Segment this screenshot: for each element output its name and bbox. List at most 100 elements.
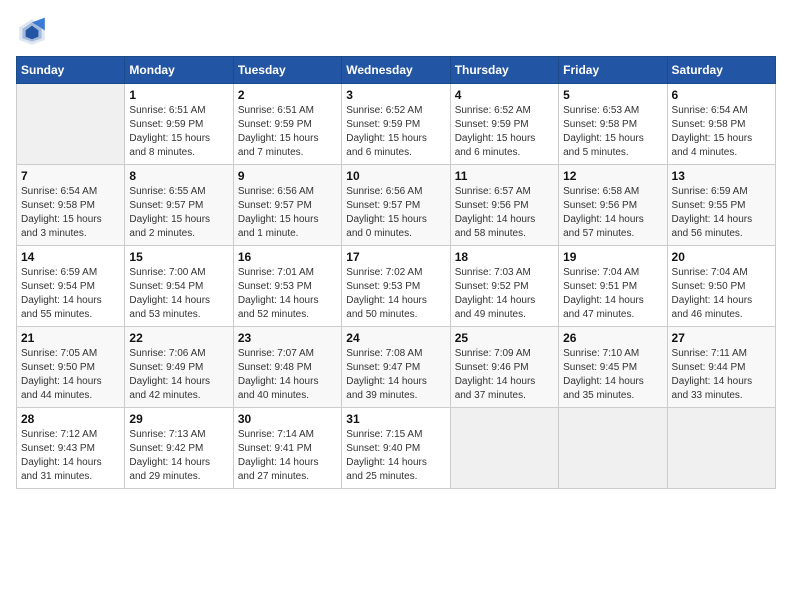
calendar-week-1: 1 Sunrise: 6:51 AMSunset: 9:59 PMDaylight… (17, 84, 776, 165)
calendar-cell: 19 Sunrise: 7:04 AMSunset: 9:51 PMDayligh… (559, 246, 667, 327)
day-info: Sunrise: 6:56 AMSunset: 9:57 PMDaylight:… (346, 185, 445, 241)
day-info: Sunrise: 7:09 AMSunset: 9:46 PMDaylight:… (455, 347, 554, 403)
day-info: Sunrise: 6:58 AMSunset: 9:56 PMDaylight:… (563, 185, 662, 241)
day-info: Sunrise: 6:56 AMSunset: 9:57 PMDaylight:… (238, 185, 337, 241)
header (16, 16, 776, 48)
calendar-cell: 4 Sunrise: 6:52 AMSunset: 9:59 PMDaylight… (450, 84, 558, 165)
day-number: 1 (129, 88, 228, 102)
calendar-cell: 15Sunrise: 7:00 AMSunset: 9:54 PMDayligh… (125, 246, 233, 327)
day-number: 31 (346, 412, 445, 426)
day-info: Sunrise: 7:02 AMSunset: 9:53 PMDaylight:… (346, 266, 445, 322)
day-number: 2 (238, 88, 337, 102)
day-info: Sunrise: 6:51 AMSunset: 9:59 PMDaylight:… (129, 104, 228, 160)
day-info: Sunrise: 7:15 AMSunset: 9:40 PMDaylight:… (346, 428, 445, 484)
calendar-cell: 17 Sunrise: 7:02 AMSunset: 9:53 PMDayligh… (342, 246, 450, 327)
day-number: 19 (563, 250, 662, 264)
day-info: Sunrise: 7:01 AMSunset: 9:53 PMDaylight:… (238, 266, 337, 322)
day-info: Sunrise: 7:10 AMSunset: 9:45 PMDaylight:… (563, 347, 662, 403)
day-info: Sunrise: 7:03 AMSunset: 9:52 PMDaylight:… (455, 266, 554, 322)
calendar-cell: 28 Sunrise: 7:12 AMSunset: 9:43 PMDayligh… (17, 408, 125, 489)
day-info: Sunrise: 6:54 AMSunset: 9:58 PMDaylight:… (672, 104, 771, 160)
day-number: 26 (563, 331, 662, 345)
calendar-week-2: 7 Sunrise: 6:54 AMSunset: 9:58 PMDaylight… (17, 165, 776, 246)
calendar-cell: 26 Sunrise: 7:10 AMSunset: 9:45 PMDayligh… (559, 327, 667, 408)
calendar-cell: 12 Sunrise: 6:58 AMSunset: 9:56 PMDayligh… (559, 165, 667, 246)
day-number: 25 (455, 331, 554, 345)
day-number: 4 (455, 88, 554, 102)
day-info: Sunrise: 7:07 AMSunset: 9:48 PMDaylight:… (238, 347, 337, 403)
day-info: Sunrise: 6:54 AMSunset: 9:58 PMDaylight:… (21, 185, 120, 241)
day-header-wednesday: Wednesday (342, 57, 450, 84)
calendar-cell: 6 Sunrise: 6:54 AMSunset: 9:58 PMDaylight… (667, 84, 775, 165)
calendar-cell: 24Sunrise: 7:08 AMSunset: 9:47 PMDayligh… (342, 327, 450, 408)
calendar-cell: 23 Sunrise: 7:07 AMSunset: 9:48 PMDayligh… (233, 327, 341, 408)
day-info: Sunrise: 6:52 AMSunset: 9:59 PMDaylight:… (455, 104, 554, 160)
calendar-cell: 8 Sunrise: 6:55 AMSunset: 9:57 PMDaylight… (125, 165, 233, 246)
day-number: 14 (21, 250, 120, 264)
day-number: 3 (346, 88, 445, 102)
day-number: 17 (346, 250, 445, 264)
calendar-cell (667, 408, 775, 489)
day-number: 5 (563, 88, 662, 102)
day-info: Sunrise: 7:06 AMSunset: 9:49 PMDaylight:… (129, 347, 228, 403)
calendar-week-5: 28 Sunrise: 7:12 AMSunset: 9:43 PMDayligh… (17, 408, 776, 489)
calendar-cell: 18 Sunrise: 7:03 AMSunset: 9:52 PMDayligh… (450, 246, 558, 327)
calendar-header-row: SundayMondayTuesdayWednesdayThursdayFrid… (17, 57, 776, 84)
day-number: 18 (455, 250, 554, 264)
calendar-cell: 27 Sunrise: 7:11 AMSunset: 9:44 PMDayligh… (667, 327, 775, 408)
calendar-cell: 30 Sunrise: 7:14 AMSunset: 9:41 PMDayligh… (233, 408, 341, 489)
calendar-cell: 9 Sunrise: 6:56 AMSunset: 9:57 PMDaylight… (233, 165, 341, 246)
day-number: 7 (21, 169, 120, 183)
day-info: Sunrise: 7:04 AMSunset: 9:51 PMDaylight:… (563, 266, 662, 322)
day-info: Sunrise: 6:53 AMSunset: 9:58 PMDaylight:… (563, 104, 662, 160)
day-number: 30 (238, 412, 337, 426)
calendar-cell: 20Sunrise: 7:04 AMSunset: 9:50 PMDayligh… (667, 246, 775, 327)
day-number: 28 (21, 412, 120, 426)
day-info: Sunrise: 7:08 AMSunset: 9:47 PMDaylight:… (346, 347, 445, 403)
day-number: 10 (346, 169, 445, 183)
day-header-tuesday: Tuesday (233, 57, 341, 84)
day-info: Sunrise: 7:13 AMSunset: 9:42 PMDaylight:… (129, 428, 228, 484)
calendar-cell: 1 Sunrise: 6:51 AMSunset: 9:59 PMDaylight… (125, 84, 233, 165)
day-number: 22 (129, 331, 228, 345)
day-number: 11 (455, 169, 554, 183)
day-number: 27 (672, 331, 771, 345)
day-info: Sunrise: 6:57 AMSunset: 9:56 PMDaylight:… (455, 185, 554, 241)
calendar-cell: 11 Sunrise: 6:57 AMSunset: 9:56 PMDayligh… (450, 165, 558, 246)
calendar-cell: 7 Sunrise: 6:54 AMSunset: 9:58 PMDaylight… (17, 165, 125, 246)
day-number: 8 (129, 169, 228, 183)
day-number: 16 (238, 250, 337, 264)
day-number: 6 (672, 88, 771, 102)
calendar-cell (17, 84, 125, 165)
day-info: Sunrise: 6:52 AMSunset: 9:59 PMDaylight:… (346, 104, 445, 160)
day-number: 9 (238, 169, 337, 183)
day-number: 12 (563, 169, 662, 183)
calendar-week-3: 14 Sunrise: 6:59 AMSunset: 9:54 PMDayligh… (17, 246, 776, 327)
day-number: 29 (129, 412, 228, 426)
calendar-cell: 29 Sunrise: 7:13 AMSunset: 9:42 PMDayligh… (125, 408, 233, 489)
calendar-cell: 25 Sunrise: 7:09 AMSunset: 9:46 PMDayligh… (450, 327, 558, 408)
day-number: 13 (672, 169, 771, 183)
day-number: 15 (129, 250, 228, 264)
calendar-cell (450, 408, 558, 489)
calendar-cell: 16 Sunrise: 7:01 AMSunset: 9:53 PMDayligh… (233, 246, 341, 327)
day-number: 23 (238, 331, 337, 345)
day-info: Sunrise: 7:14 AMSunset: 9:41 PMDaylight:… (238, 428, 337, 484)
calendar-cell: 22 Sunrise: 7:06 AMSunset: 9:49 PMDayligh… (125, 327, 233, 408)
calendar-week-4: 21 Sunrise: 7:05 AMSunset: 9:50 PMDayligh… (17, 327, 776, 408)
day-header-saturday: Saturday (667, 57, 775, 84)
day-info: Sunrise: 7:05 AMSunset: 9:50 PMDaylight:… (21, 347, 120, 403)
day-info: Sunrise: 7:04 AMSunset: 9:50 PMDaylight:… (672, 266, 771, 322)
day-info: Sunrise: 6:59 AMSunset: 9:54 PMDaylight:… (21, 266, 120, 322)
day-header-monday: Monday (125, 57, 233, 84)
calendar-cell: 5 Sunrise: 6:53 AMSunset: 9:58 PMDaylight… (559, 84, 667, 165)
day-number: 21 (21, 331, 120, 345)
day-header-friday: Friday (559, 57, 667, 84)
day-info: Sunrise: 6:59 AMSunset: 9:55 PMDaylight:… (672, 185, 771, 241)
day-info: Sunrise: 6:55 AMSunset: 9:57 PMDaylight:… (129, 185, 228, 241)
calendar-cell: 13 Sunrise: 6:59 AMSunset: 9:55 PMDayligh… (667, 165, 775, 246)
calendar-cell (559, 408, 667, 489)
day-info: Sunrise: 7:12 AMSunset: 9:43 PMDaylight:… (21, 428, 120, 484)
day-info: Sunrise: 7:11 AMSunset: 9:44 PMDaylight:… (672, 347, 771, 403)
calendar-cell: 21 Sunrise: 7:05 AMSunset: 9:50 PMDayligh… (17, 327, 125, 408)
